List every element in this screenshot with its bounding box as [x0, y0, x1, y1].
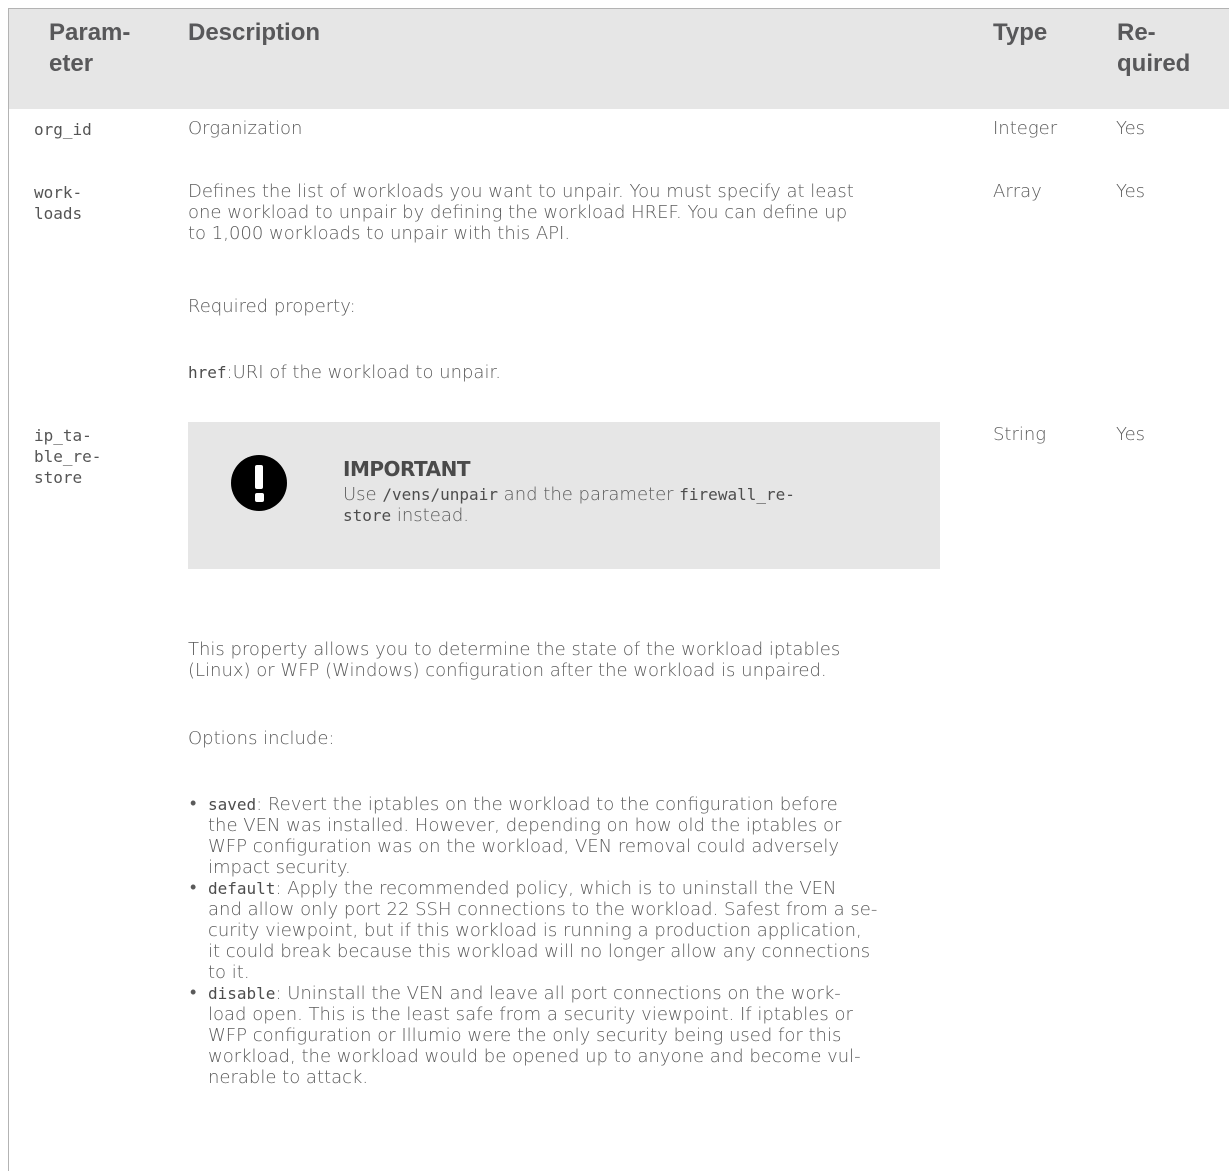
- header-type: Type: [993, 19, 1048, 46]
- list-item: • disable: Uninstall the VEN and leave a…: [190, 982, 861, 1088]
- important-title: IMPORTANT: [343, 457, 470, 481]
- param-org-id: org_id: [34, 120, 92, 139]
- description-line: to 1,000 workloads to unpair with this A…: [188, 223, 571, 244]
- type-ip-table-restore: String: [993, 424, 1047, 445]
- href-description: :URI of the workload to unpair.: [226, 362, 501, 383]
- options-label: Options include:: [188, 728, 335, 749]
- required-ip-table-restore: Yes: [1116, 424, 1146, 445]
- description-workloads: Defines the list of workloads you want t…: [188, 181, 854, 244]
- intro-line: This property allows you to determine th…: [188, 639, 841, 660]
- header-parameter: Param- eter: [49, 19, 131, 77]
- type-org-id: Integer: [993, 118, 1058, 139]
- bullet-icon: •: [190, 877, 197, 898]
- header-description: Description: [188, 19, 321, 46]
- href-code: href: [188, 363, 227, 382]
- type-workloads: Array: [993, 181, 1042, 202]
- code-firewall-restore: firewall_re-: [679, 485, 795, 504]
- options-list: • saved: Revert the iptables on the work…: [188, 793, 948, 1088]
- table-header: Param- eter Description Type Re- quired: [9, 9, 1229, 109]
- option-code: saved: [208, 795, 257, 814]
- param-workloads: work- loads: [34, 183, 83, 223]
- required-property-label: Required property:: [188, 296, 356, 317]
- list-item: • default: Apply the recommended policy,…: [190, 877, 878, 983]
- intro-line: (Linux) or WFP (Windows) configuration a…: [188, 660, 827, 681]
- exclamation-circle-icon: [231, 455, 287, 511]
- description-org-id: Organization: [188, 118, 303, 139]
- bullet-icon: •: [190, 982, 197, 1003]
- option-code: disable: [208, 984, 276, 1003]
- ip-table-restore-intro: This property allows you to determine th…: [188, 639, 840, 681]
- required-org-id: Yes: [1116, 118, 1146, 139]
- description-line: one workload to unpair by defining the w…: [188, 202, 848, 223]
- code-firewall-restore-cont: store: [343, 506, 392, 525]
- href-property: href:URI of the workload to unpair.: [188, 362, 501, 383]
- description-line: Defines the list of workloads you want t…: [188, 181, 854, 202]
- important-callout: IMPORTANT Use /vens/unpair and the param…: [188, 422, 940, 569]
- list-item: • saved: Revert the iptables on the work…: [190, 793, 842, 878]
- important-text: Use /vens/unpair and the parameter firew…: [343, 484, 795, 526]
- header-required: Re- quired: [1117, 19, 1191, 77]
- required-workloads: Yes: [1116, 181, 1146, 202]
- option-code: default: [208, 879, 276, 898]
- param-ip-table-restore: ip_ta- ble_re- store: [34, 426, 102, 487]
- code-vens-unpair: /vens/unpair: [382, 485, 498, 504]
- bullet-icon: •: [190, 793, 197, 814]
